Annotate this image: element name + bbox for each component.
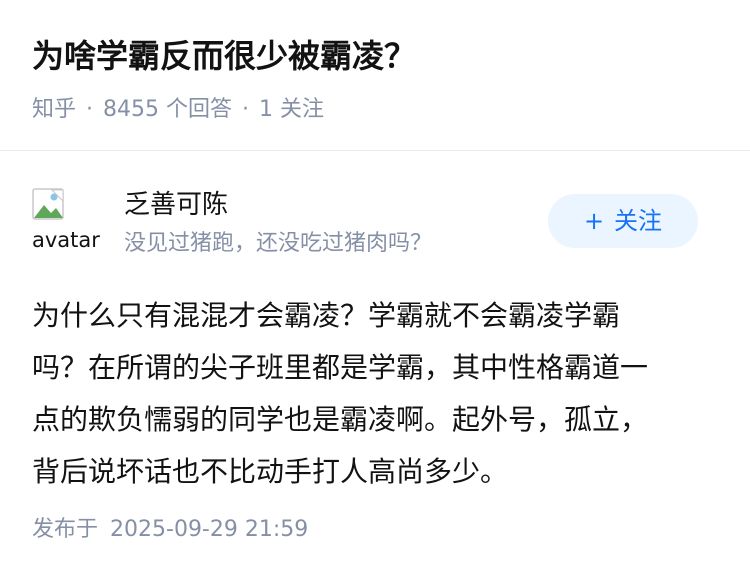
follow-button[interactable]: + 关注	[548, 194, 698, 248]
question-title[interactable]: 为啥学霸反而很少被霸凌？	[32, 34, 416, 78]
question-meta: 知乎 · 8455 个回答 · 1 关注	[32, 94, 324, 126]
follower-count[interactable]: 1 关注	[259, 94, 324, 126]
answer-line: 吗？在所谓的尖子班里都是学霸，其中性格霸道一	[32, 351, 649, 384]
answer-count[interactable]: 8455 个回答	[103, 94, 232, 126]
published-time: 2025-09-29 21:59	[110, 517, 309, 542]
plus-icon: +	[583, 207, 605, 235]
meta-separator: ·	[242, 97, 249, 122]
avatar[interactable]: avatar	[32, 188, 100, 256]
answer-line: 背后说坏话也不比动手打人高尚多少。	[32, 455, 509, 488]
source-label[interactable]: 知乎	[32, 94, 76, 126]
author-bio: 没见过猪跑，还没吃过猪肉吗？	[124, 231, 433, 256]
published-info: 发布于 2025-09-29 21:59	[32, 514, 308, 546]
answer-line: 点的欺负懦弱的同学也是霸凌啊。起外号，孤立，	[32, 403, 649, 436]
question-header: 为啥学霸反而很少被霸凌？ 知乎 · 8455 个回答 · 1 关注	[0, 0, 750, 150]
follow-button-label: 关注	[614, 207, 663, 235]
section-divider	[0, 150, 750, 151]
author-name[interactable]: 乏善可陈	[124, 188, 228, 222]
answer-line: 为什么只有混混才会霸凌？学霸就不会霸凌学霸	[32, 299, 621, 332]
avatar-alt-text: avatar	[32, 228, 100, 252]
published-label: 发布于	[32, 517, 99, 542]
answer-content[interactable]: 为什么只有混混才会霸凌？学霸就不会霸凌学霸 吗？在所谓的尖子班里都是学霸，其中性…	[32, 290, 712, 498]
broken-image-icon	[32, 188, 64, 220]
meta-separator: ·	[86, 97, 94, 122]
